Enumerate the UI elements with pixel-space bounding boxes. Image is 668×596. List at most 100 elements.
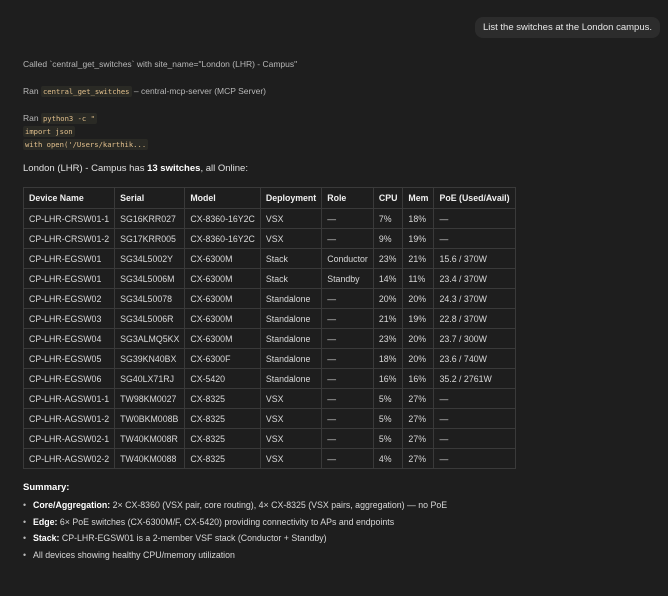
table-cell: CP-LHR-EGSW05 <box>22 348 116 369</box>
table-cell: 27% <box>402 428 435 449</box>
ran-tool-line[interactable]: Ran central_get_switches – central-mcp-s… <box>23 86 266 97</box>
table-cell: 19% <box>402 228 435 249</box>
table-cell: Standalone <box>259 368 323 389</box>
table-cell: CP-LHR-AGSW02-2 <box>22 448 116 469</box>
table-cell: CP-LHR-AGSW02-1 <box>22 428 116 449</box>
table-cell: 21% <box>372 308 404 329</box>
bullet-icon: • <box>23 516 27 527</box>
table-cell: CP-LHR-EGSW04 <box>22 328 116 349</box>
table-cell: SG34L5002Y <box>114 248 186 269</box>
table-cell: — <box>433 388 516 409</box>
table-cell: VSX <box>259 228 323 249</box>
table-cell: — <box>321 348 374 369</box>
table-cell: — <box>321 308 374 329</box>
summary-item-label: Edge: <box>33 516 58 527</box>
table-row: CP-LHR-EGSW06 SG40LX71RJ CX-5420 Standalone… <box>22 368 516 389</box>
summary-item-text: All devices showing healthy CPU/memory u… <box>33 549 235 560</box>
summary-item-text: 6× PoE switches (CX-6300M/F, CX-5420) pr… <box>57 516 395 527</box>
table-cell: 22.8 / 370W <box>433 308 516 329</box>
table-cell: 16% <box>372 368 404 389</box>
table-cell: 27% <box>402 388 435 409</box>
bullet-icon: • <box>23 549 27 560</box>
table-cell: CP-LHR-EGSW06 <box>22 368 116 389</box>
table-cell: — <box>321 288 374 309</box>
summary-item: • All devices showing healthy CPU/memory … <box>23 550 447 567</box>
intro-pre: London (LHR) - Campus has <box>23 163 148 174</box>
table-cell: CX-6300F <box>184 348 261 369</box>
table-cell: 18% <box>402 208 435 229</box>
column-header: Role <box>321 187 374 209</box>
table-cell: 4% <box>372 448 404 469</box>
tool-call-line[interactable]: Called `central_get_switches` with site_… <box>23 59 297 69</box>
table-cell: 20% <box>402 328 435 349</box>
table-cell: Standalone <box>259 308 323 329</box>
ran-label: Ran <box>23 113 39 123</box>
switch-count: 13 switches <box>147 163 201 174</box>
table-cell: CP-LHR-AGSW01-1 <box>22 388 116 409</box>
table-cell: 5% <box>372 428 404 449</box>
table-cell: Stack <box>259 268 323 289</box>
summary-item: • Core/Aggregation: 2× CX-8360 (VSX pair,… <box>23 500 447 517</box>
table-cell: CX-6300M <box>184 268 261 289</box>
table-cell: — <box>321 328 374 349</box>
user-message-bubble: List the switches at the London campus. <box>475 17 660 38</box>
table-cell: 15.6 / 370W <box>433 248 516 269</box>
tool-call-text: Called `central_get_switches` with site_… <box>23 59 298 69</box>
table-cell: VSX <box>259 388 323 409</box>
table-cell: CP-LHR-AGSW01-2 <box>22 408 116 429</box>
result-intro: London (LHR) - Campus has 13 switches, a… <box>23 163 248 174</box>
table-cell: CX-5420 <box>184 368 261 389</box>
table-cell: 5% <box>372 388 404 409</box>
table-row: CP-LHR-CRSW01-2 SG17KRR005 CX-8360-16Y2C VS… <box>22 228 516 249</box>
table-cell: CP-LHR-CRSW01-1 <box>22 208 116 229</box>
column-header: Device Name <box>22 187 116 209</box>
summary-item-text: 2× CX-8360 (VSX pair, core routing), 4× … <box>110 500 448 510</box>
table-cell: — <box>433 208 516 229</box>
table-cell: 24.3 / 370W <box>433 288 516 309</box>
table-cell: 20% <box>402 348 435 369</box>
column-header: Model <box>184 187 261 209</box>
table-cell: Stack <box>259 248 323 269</box>
table-cell: 7% <box>372 208 404 229</box>
table-cell: — <box>321 208 374 229</box>
table-cell: 14% <box>372 268 404 289</box>
table-row: CP-LHR-AGSW01-1 TW98KM0027 CX-8325 VSX —5% 27… <box>22 388 516 409</box>
table-cell: CX-6300M <box>184 328 261 349</box>
bullet-icon: • <box>23 533 27 543</box>
code-line-2: with open('/Users/karthik... <box>23 139 149 150</box>
table-cell: SG34L5006M <box>114 268 186 289</box>
table-cell: CX-8325 <box>184 408 261 429</box>
table-cell: VSX <box>259 408 323 429</box>
python-command-code: python3 -c " <box>40 113 97 124</box>
table-cell: 23.6 / 740W <box>433 348 516 369</box>
table-cell: Standalone <box>259 288 323 309</box>
table-header-row: Device Name Serial Model Deployment Role… <box>22 187 516 209</box>
summary-item: • Stack: CP-LHR-EGSW01 is a 2-member VSF … <box>23 533 447 550</box>
table-cell: Conductor <box>321 248 374 269</box>
table-cell: 35.2 / 2761W <box>433 368 516 389</box>
table-cell: 11% <box>402 268 435 289</box>
tool-name-code: central_get_switches <box>40 86 132 97</box>
user-message-text: List the switches at the London campus. <box>483 22 652 33</box>
table-cell: — <box>321 228 374 249</box>
table-cell: 20% <box>402 288 435 309</box>
table-cell: CX-8325 <box>184 448 261 469</box>
table-row: CP-LHR-EGSW01 SG34L5006M CX-6300M Stack Stan… <box>22 268 516 289</box>
table-cell: 16% <box>402 368 435 389</box>
table-row: CP-LHR-AGSW01-2 TW0BKM008B CX-8325 VSX —5% 27… <box>22 408 516 429</box>
table-cell: SG34L5006R <box>114 308 186 329</box>
column-header: PoE (Used/Avail) <box>433 187 516 209</box>
table-cell: CX-8325 <box>184 428 261 449</box>
table-cell: 5% <box>372 408 404 429</box>
table-cell: CX-6300M <box>184 308 261 329</box>
ran-python-line[interactable]: Ran python3 -c " <box>23 113 97 124</box>
table-cell: — <box>433 448 516 469</box>
table-cell: CX-8325 <box>184 388 261 409</box>
intro-post: , all Online: <box>200 163 248 174</box>
column-header: Deployment <box>259 187 323 209</box>
table-cell: VSX <box>259 428 323 449</box>
table-cell: 9% <box>372 228 404 249</box>
table-cell: CP-LHR-CRSW01-2 <box>22 228 116 249</box>
table-cell: CP-LHR-EGSW01 <box>22 268 116 289</box>
table-cell: CX-8360-16Y2C <box>184 228 261 249</box>
